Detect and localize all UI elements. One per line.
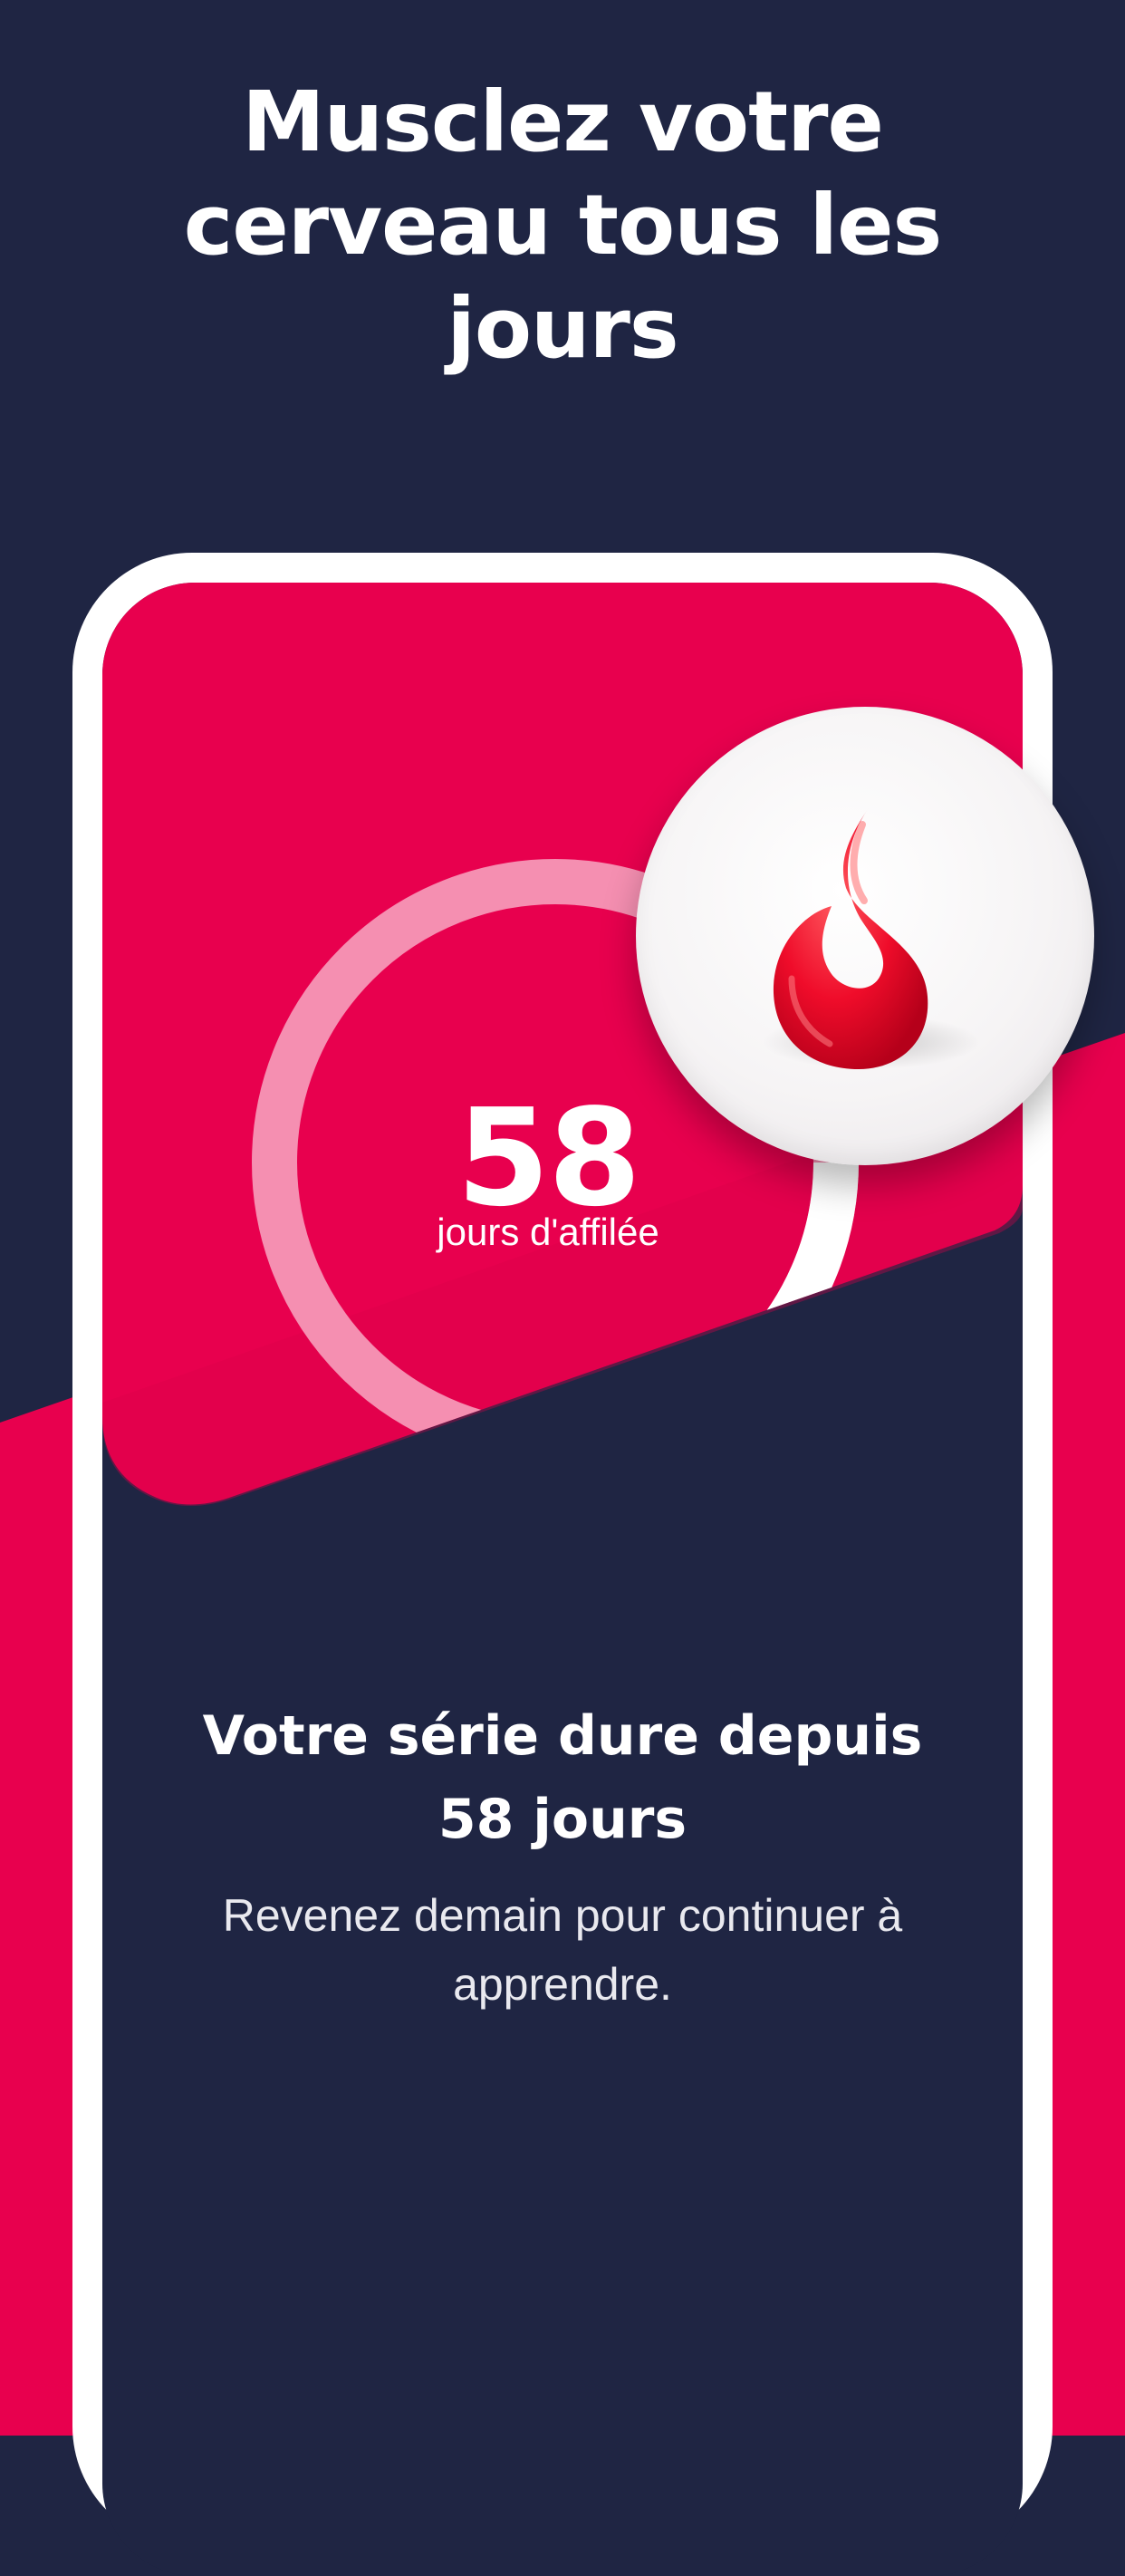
streak-badge <box>636 707 1094 1165</box>
message-title-line-2: 58 jours <box>438 1788 688 1851</box>
headline-line-3: jours <box>447 280 678 377</box>
message-body: Revenez demain pour continuer à apprendr… <box>0 1881 1125 2019</box>
streak-message: Votre série dure depuis 58 jours Revenez… <box>0 1694 1125 2019</box>
flame-icon <box>763 806 980 1069</box>
headline: Musclez votre cerveau tous les jours <box>0 71 1125 381</box>
streak-caption: jours d'affilée <box>437 1211 659 1253</box>
message-body-line-2: apprendre. <box>453 1959 672 2010</box>
headline-line-2: cerveau tous les <box>183 177 942 274</box>
message-title-line-1: Votre série dure depuis <box>202 1704 923 1768</box>
headline-line-1: Musclez votre <box>242 73 884 170</box>
message-title: Votre série dure depuis 58 jours <box>0 1694 1125 1861</box>
message-body-line-1: Revenez demain pour continuer à <box>222 1890 903 1941</box>
